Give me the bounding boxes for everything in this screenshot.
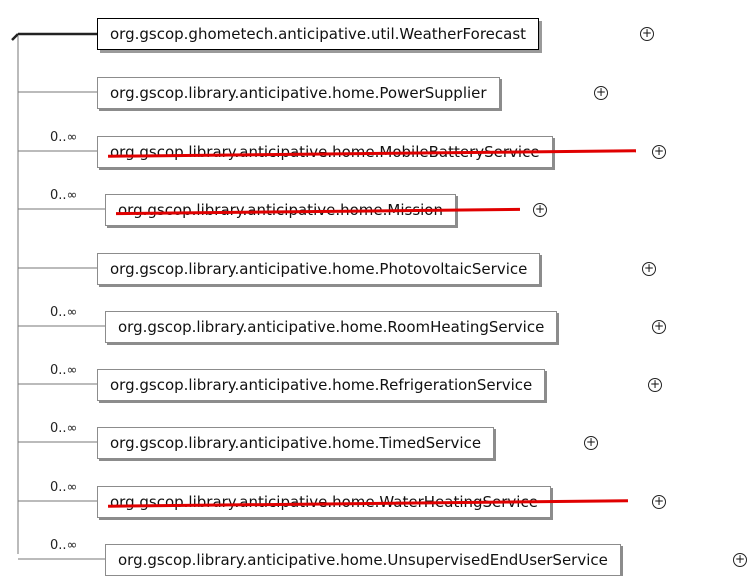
child-node-label: org.gscop.library.anticipative.home.Phot… <box>110 260 528 278</box>
multiplicity-label: 0..∞ <box>50 130 78 145</box>
expand-icon[interactable]: + <box>648 378 662 392</box>
expand-icon[interactable]: + <box>533 203 547 217</box>
child-node[interactable]: org.gscop.library.anticipative.home.Unsu… <box>105 544 621 576</box>
expand-icon[interactable]: + <box>642 262 656 276</box>
child-node-label: org.gscop.library.anticipative.home.Refr… <box>110 376 533 394</box>
child-node[interactable]: org.gscop.library.anticipative.home.Mobi… <box>97 136 637 168</box>
child-node-label: org.gscop.library.anticipative.home.Time… <box>110 434 482 452</box>
child-node[interactable]: org.gscop.library.anticipative.home.Room… <box>105 311 558 343</box>
multiplicity-label: 0..∞ <box>50 421 78 436</box>
child-node[interactable]: org.gscop.library.anticipative.home.Time… <box>97 427 495 459</box>
child-node-label: org.gscop.library.anticipative.home.Room… <box>118 318 545 336</box>
expand-icon[interactable]: + <box>733 553 747 567</box>
schema-diagram: org.gscop.ghometech.anticipative.util.We… <box>0 0 752 576</box>
child-node[interactable]: org.gscop.library.anticipative.home.Wate… <box>97 486 629 518</box>
multiplicity-label: 0..∞ <box>50 188 78 203</box>
child-node[interactable]: org.gscop.library.anticipative.home.Refr… <box>97 369 546 401</box>
expand-icon[interactable]: + <box>652 495 666 509</box>
expand-icon[interactable]: + <box>594 86 608 100</box>
expand-icon[interactable]: + <box>640 27 654 41</box>
expand-icon[interactable]: + <box>652 145 666 159</box>
root-node-label: org.gscop.ghometech.anticipative.util.We… <box>110 25 527 43</box>
multiplicity-label: 0..∞ <box>50 480 78 495</box>
child-node[interactable]: org.gscop.library.anticipative.home.Miss… <box>105 194 521 226</box>
child-node-label: org.gscop.library.anticipative.home.Unsu… <box>118 551 608 569</box>
child-node[interactable]: org.gscop.library.anticipative.home.Powe… <box>97 77 500 109</box>
multiplicity-label: 0..∞ <box>50 538 78 553</box>
multiplicity-label: 0..∞ <box>50 305 78 320</box>
child-node-label: org.gscop.library.anticipative.home.Powe… <box>110 84 487 102</box>
expand-icon[interactable]: + <box>652 320 666 334</box>
root-node[interactable]: org.gscop.ghometech.anticipative.util.We… <box>97 18 540 50</box>
multiplicity-label: 0..∞ <box>50 363 78 378</box>
child-node[interactable]: org.gscop.library.anticipative.home.Phot… <box>97 253 541 285</box>
expand-icon[interactable]: + <box>584 436 598 450</box>
connector-line <box>11 33 19 41</box>
